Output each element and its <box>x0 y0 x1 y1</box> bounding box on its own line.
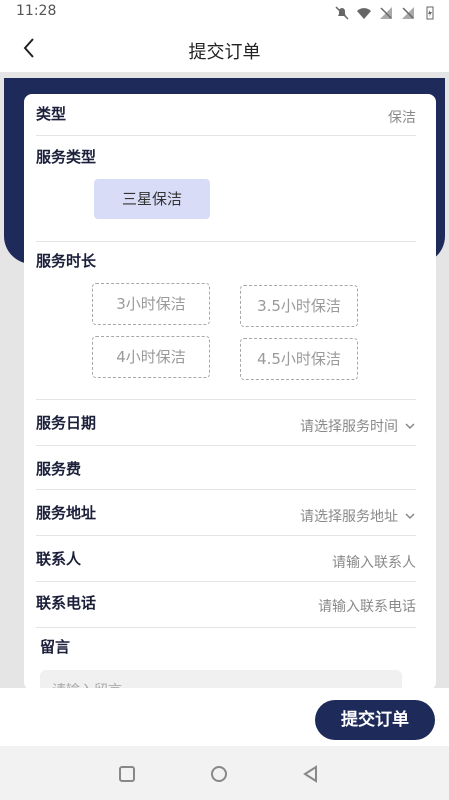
service-date-label: 服务日期 <box>36 414 97 432</box>
service-address-row[interactable]: 服务地址 请选择服务地址 <box>36 490 416 536</box>
service-address-label: 服务地址 <box>36 504 97 522</box>
duration-option-4-5h[interactable]: 4.5小时保洁 <box>240 338 358 380</box>
service-date-selector[interactable]: 请选择服务时间 <box>300 416 416 436</box>
phone-input[interactable]: 请输入联系电话 <box>318 596 416 616</box>
message-label: 留言 <box>40 638 71 656</box>
service-date-placeholder: 请选择服务时间 <box>300 419 398 435</box>
type-value: 保洁 <box>388 110 416 126</box>
home-icon[interactable] <box>209 764 229 784</box>
battery-icon <box>423 5 437 20</box>
phone-row: 联系电话 请输入联系电话 <box>36 582 416 628</box>
type-row: 类型 保洁 <box>36 94 416 136</box>
duration-option-3-5h[interactable]: 3.5小时保洁 <box>240 285 358 327</box>
service-fee-row: 服务费 <box>36 446 416 490</box>
message-textarea[interactable]: 请输入留言 <box>40 670 402 690</box>
chevron-down-icon <box>405 423 415 430</box>
contact-row: 联系人 请输入联系人 <box>36 536 416 582</box>
service-fee-label: 服务费 <box>36 460 82 478</box>
signal-2-icon <box>401 5 415 19</box>
service-type-row: 服务类型 <box>36 136 416 242</box>
back-triangle-icon[interactable] <box>301 764 321 784</box>
wifi-icon <box>357 5 371 19</box>
chevron-down-icon <box>405 513 415 520</box>
recents-icon[interactable] <box>117 764 137 784</box>
duration-option-3h[interactable]: 3小时保洁 <box>92 283 210 325</box>
mute-icon <box>335 5 349 20</box>
service-address-placeholder: 请选择服务地址 <box>300 509 398 525</box>
service-type-label: 服务类型 <box>36 148 97 166</box>
duration-label: 服务时长 <box>36 252 97 270</box>
type-label: 类型 <box>36 105 67 123</box>
service-type-option-chip[interactable]: 三星保洁 <box>94 179 210 219</box>
service-address-selector[interactable]: 请选择服务地址 <box>300 506 416 526</box>
status-icons <box>335 5 437 20</box>
status-time: 11:28 <box>16 3 57 19</box>
duration-option-4h[interactable]: 4小时保洁 <box>92 336 210 378</box>
contact-input[interactable]: 请输入联系人 <box>332 552 416 572</box>
page-title: 提交订单 <box>188 42 261 63</box>
contact-label: 联系人 <box>36 550 82 568</box>
service-date-row[interactable]: 服务日期 请选择服务时间 <box>36 400 416 446</box>
nav-bar: 提交订单 <box>0 24 449 72</box>
submit-order-button[interactable]: 提交订单 <box>315 700 435 740</box>
status-bar: 11:28 <box>0 0 449 24</box>
order-form-card: 类型 保洁 服务类型 三星保洁 服务时长 3小时保洁 3.5小时保洁 4小时保洁… <box>24 94 436 690</box>
phone-label: 联系电话 <box>36 594 97 612</box>
signal-icon <box>379 5 393 19</box>
system-nav-bar <box>0 746 449 800</box>
